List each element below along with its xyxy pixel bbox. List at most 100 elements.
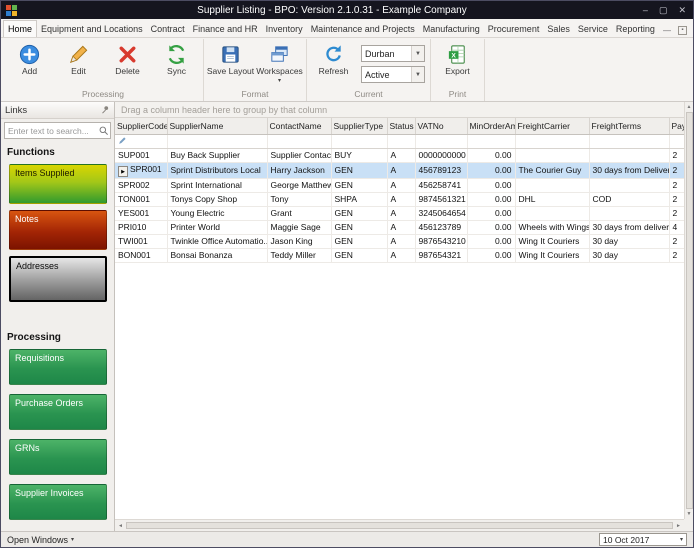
sidebar-button-addresses[interactable]: Addresses — [9, 256, 107, 302]
site-dropdown[interactable]: Durban ▼ — [361, 45, 425, 62]
grid-cell[interactable] — [515, 178, 590, 193]
grid-cell[interactable]: GEN — [331, 234, 388, 249]
grid-cell[interactable]: 2 — [669, 192, 684, 207]
grid-cell[interactable]: 2 — [669, 206, 684, 221]
grid-cell[interactable]: COD — [589, 192, 670, 207]
column-header-freightterms[interactable]: FreightTerms — [589, 118, 670, 135]
delete-button[interactable]: Delete — [104, 40, 151, 78]
filter-cell-freightterms[interactable] — [589, 134, 670, 149]
grid-cell[interactable]: 987654321 — [415, 248, 468, 263]
column-header-suppliertype[interactable]: SupplierType — [331, 118, 388, 135]
grid-cell[interactable]: Sprint International — [167, 178, 268, 193]
grid-cell[interactable]: Printer World — [167, 220, 268, 235]
grid-cell[interactable]: 2 — [669, 148, 684, 163]
column-header-suppliercode[interactable]: SupplierCode — [115, 118, 168, 135]
tab-maintenance-and-projects[interactable]: Maintenance and Projects — [307, 21, 419, 37]
grid-cell[interactable]: 9876543210 — [415, 234, 468, 249]
tab-finance-and-hr[interactable]: Finance and HR — [189, 21, 262, 37]
grid-cell[interactable]: SUP001 — [115, 148, 168, 163]
workspaces-button[interactable]: Workspaces ▾ — [256, 40, 303, 85]
grid-cell[interactable] — [589, 178, 670, 193]
grid-cell[interactable]: 3245064654 — [415, 206, 468, 221]
open-windows-button[interactable]: Open Windows ▾ — [7, 535, 74, 545]
grid-cell[interactable]: Jason King — [267, 234, 332, 249]
grid-cell[interactable]: DHL — [515, 192, 590, 207]
scroll-left-icon[interactable]: ◄ — [118, 523, 123, 529]
grid-cell[interactable]: 0.00 — [467, 192, 516, 207]
grid-cell[interactable]: Supplier Contact — [267, 148, 332, 163]
grid-cell[interactable]: 0.00 — [467, 162, 516, 179]
grid-cell[interactable]: 0.00 — [467, 206, 516, 221]
sidebar-button-notes[interactable]: Notes — [9, 210, 107, 250]
grid-cell[interactable]: Maggie Sage — [267, 220, 332, 235]
column-header-freightcarrier[interactable]: FreightCarrier — [515, 118, 590, 135]
sidebar-button-purchase-orders[interactable]: Purchase Orders — [9, 394, 107, 430]
sidebar-button-items-supplied[interactable]: Items Supplied — [9, 164, 107, 204]
status-dropdown[interactable]: Active ▼ — [361, 66, 425, 83]
grid-cell[interactable]: Buy Back Supplier — [167, 148, 268, 163]
date-picker[interactable]: 10 Oct 2017 ▾ — [599, 533, 687, 546]
grid-cell[interactable]: A — [387, 162, 416, 179]
grid-cell[interactable]: 0.00 — [467, 234, 516, 249]
filter-cell-contactname[interactable] — [267, 134, 332, 149]
tab-sales[interactable]: Sales — [543, 21, 574, 37]
grid-cell[interactable]: 456258741 — [415, 178, 468, 193]
grid-row-yes001[interactable]: YES001 Young Electric Grant GEN A 3245064654 0… — [115, 206, 684, 221]
grid-cell[interactable]: 2 — [669, 162, 684, 179]
grid-cell[interactable]: 30 day — [589, 234, 670, 249]
grid-cell[interactable]: GEN — [331, 220, 388, 235]
grid-cell[interactable]: Wing It Couriers — [515, 248, 590, 263]
grid-cell[interactable]: BON001 — [115, 248, 168, 263]
grid-cell[interactable]: Young Electric — [167, 206, 268, 221]
sidebar-button-requisitions[interactable]: Requisitions — [9, 349, 107, 385]
export-button[interactable]: X Export — [434, 40, 481, 78]
horizontal-scrollbar[interactable]: ◄ ► — [115, 519, 684, 531]
search-icon[interactable] — [97, 125, 110, 136]
column-header-minorderamt[interactable]: MinOrderAmt — [467, 118, 516, 135]
grid-cell[interactable]: A — [387, 248, 416, 263]
tab-inventory[interactable]: Inventory — [262, 21, 307, 37]
grid-cell[interactable]: George Matthews — [267, 178, 332, 193]
grid-cell[interactable]: 30 days from delivery — [589, 220, 670, 235]
horizontal-scroll-thumb[interactable] — [125, 522, 674, 529]
grid-cell[interactable]: PRI010 — [115, 220, 168, 235]
column-header-pay[interactable]: Pay — [669, 118, 684, 135]
grid-cell[interactable]: A — [387, 148, 416, 163]
tab-manufacturing[interactable]: Manufacturing — [419, 21, 484, 37]
minimize-icon[interactable]: – — [643, 5, 648, 16]
grid-cell[interactable]: A — [387, 178, 416, 193]
tab-home[interactable]: Home — [3, 20, 38, 37]
grid-cell[interactable]: A — [387, 234, 416, 249]
grid-cell[interactable]: GEN — [331, 162, 388, 179]
edit-button[interactable]: Edit — [55, 40, 102, 78]
grid-row-spr001[interactable]: ▶ SPR001 Sprint Distributors Local Harry Ja… — [115, 162, 684, 179]
grid-cell[interactable]: 0000000000 — [415, 148, 468, 163]
grid-cell[interactable]: 2 — [669, 248, 684, 263]
grid-cell[interactable]: 0.00 — [467, 178, 516, 193]
grid-cell[interactable]: SPR002 — [115, 178, 168, 193]
sidebar-button-supplier-invoices[interactable]: Supplier Invoices — [9, 484, 107, 520]
grid-cell[interactable]: A — [387, 192, 416, 207]
grid-row-ton001[interactable]: TON001 Tonys Copy Shop Tony SHPA A 9874561321… — [115, 192, 684, 207]
grid-cell[interactable]: 456789123 — [415, 162, 468, 179]
grid-cell[interactable]: Wheels with Wings — [515, 220, 590, 235]
add-button[interactable]: Add — [6, 40, 53, 78]
grid-cell[interactable]: 0.00 — [467, 248, 516, 263]
grid-cell[interactable]: Teddy Miller — [267, 248, 332, 263]
grid-cell[interactable]: Tonys Copy Shop — [167, 192, 268, 207]
tab-equipment-and-locations[interactable]: Equipment and Locations — [37, 21, 147, 37]
grid-cell[interactable]: Grant — [267, 206, 332, 221]
grid-cell[interactable] — [515, 206, 590, 221]
tab-procurement[interactable]: Procurement — [484, 21, 544, 37]
grid-cell[interactable]: YES001 — [115, 206, 168, 221]
grid-cell[interactable]: Twinkle Office Automatio... — [167, 234, 268, 249]
filter-cell-pay[interactable] — [669, 134, 684, 149]
search-input[interactable] — [5, 125, 97, 136]
tab-contract[interactable]: Contract — [147, 21, 189, 37]
column-header-contactname[interactable]: ContactName — [267, 118, 332, 135]
grid-cell[interactable]: 0.00 — [467, 220, 516, 235]
filter-cell-vatno[interactable] — [415, 134, 468, 149]
grid-cell[interactable] — [589, 206, 670, 221]
grid-cell[interactable]: TWI001 — [115, 234, 168, 249]
sidebar-button-grns[interactable]: GRNs — [9, 439, 107, 475]
